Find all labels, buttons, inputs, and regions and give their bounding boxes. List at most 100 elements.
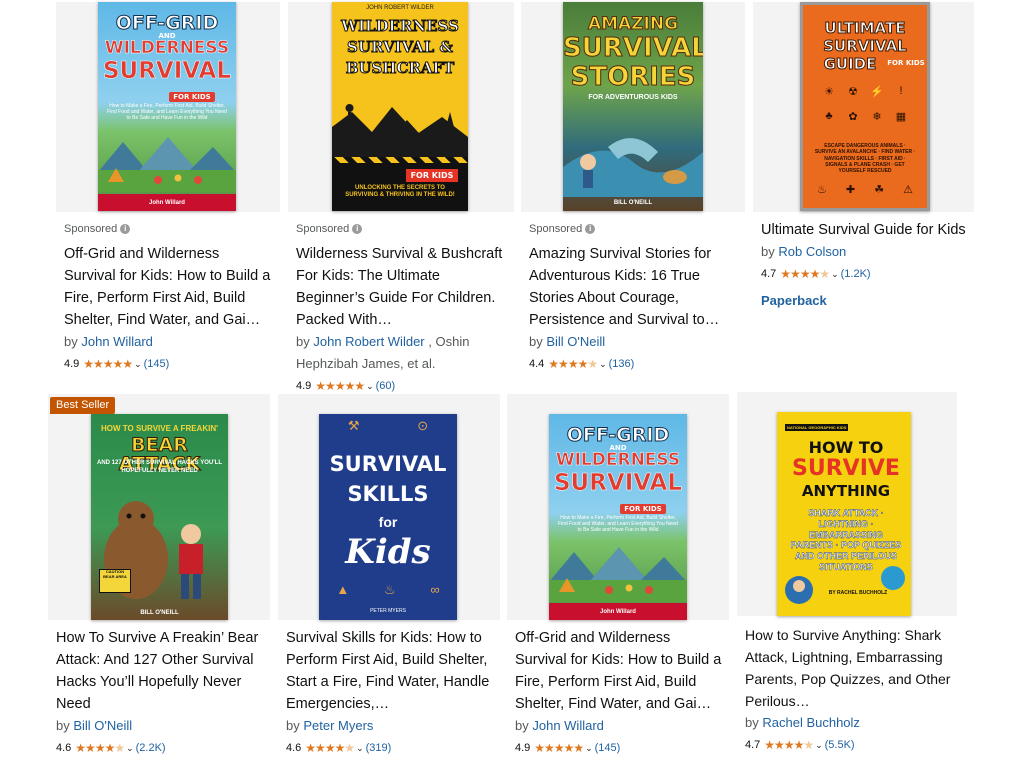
review-count-link[interactable]: (145) (595, 739, 621, 757)
star-rating-icon[interactable]: ★★★★★ (315, 377, 365, 395)
product-title[interactable]: How To Survive A Freakin’ Bear Attack: A… (56, 627, 264, 715)
cover-subtitle: How to Make a Fire, Perform First Aid, B… (558, 515, 678, 533)
cover-title: HOW TO SURVIVE A FREAKIN' (100, 424, 219, 433)
sponsored-label[interactable]: Sponsored i (64, 221, 274, 237)
book-cover[interactable]: AMAZING SURVIVAL STORIES FOR ADVENTUROUS… (563, 2, 703, 211)
chevron-down-icon[interactable]: ⌄ (599, 355, 607, 373)
product-title[interactable]: Off-Grid and Wilderness Survival for Kid… (515, 627, 723, 715)
review-count-link[interactable]: (1.2K) (841, 265, 871, 283)
byline: by John Robert Wilder , Oshin Hephzibah … (296, 331, 508, 375)
review-count-link[interactable]: (2.2K) (136, 739, 166, 757)
product-title[interactable]: Off-Grid and Wilderness Survival for Kid… (64, 243, 274, 331)
product-image-area[interactable]: ULTIMATE SURVIVAL GUIDE FOR KIDS ☀ ☢ ⚡! ♣ ✿… (753, 2, 974, 212)
cover-author: BY RACHEL BUCHHOLZ (828, 590, 888, 596)
rating-value: 4.9 (296, 380, 312, 392)
product-card[interactable]: OFF-GRID AND WILDERNESS SURVIVAL FOR KID… (507, 394, 729, 760)
by-label: by (56, 718, 70, 733)
product-image-area[interactable]: JOHN ROBERT WILDER WILDERNESS SURVIVAL &… (288, 2, 514, 212)
product-image-area[interactable]: ⚒ ⊙ SURVIVAL SKILLS for Kids ▲ ♨ ∞ PETER MY… (278, 394, 500, 620)
book-cover[interactable]: JOHN ROBERT WILDER WILDERNESS SURVIVAL &… (332, 2, 468, 211)
product-title[interactable]: How to Survive Anything: Shark Attack, L… (745, 624, 951, 712)
sponsored-text: Sponsored (529, 223, 583, 235)
sponsored-text: Sponsored (296, 223, 350, 235)
cover-title: AMAZING (587, 14, 679, 34)
star-rating-icon[interactable]: ★★★★★ (534, 739, 584, 757)
byline: by John Willard (515, 715, 723, 737)
sponsored-label[interactable]: Sponsored i (529, 221, 739, 237)
author-link[interactable]: Rachel Buchholz (762, 715, 860, 730)
cover-tag: FOR KIDS (402, 165, 462, 182)
best-seller-badge: Best Seller (50, 397, 116, 414)
star-rating-icon[interactable]: ★★★★★ (548, 355, 598, 373)
chevron-down-icon[interactable]: ⌄ (585, 739, 593, 757)
chevron-down-icon[interactable]: ⌄ (366, 377, 374, 395)
author-link[interactable]: Rob Colson (778, 244, 846, 259)
review-count-link[interactable]: (145) (144, 355, 170, 373)
cover-title: SURVIVE (792, 456, 900, 481)
book-cover[interactable]: ⚒ ⊙ SURVIVAL SKILLS for Kids ▲ ♨ ∞ PETER MY… (319, 414, 457, 620)
review-count-link[interactable]: (60) (376, 377, 396, 395)
cover-tag: FOR ADVENTUROUS KIDS (588, 94, 678, 101)
review-count-link[interactable]: (136) (609, 355, 635, 373)
star-rating-icon[interactable]: ★★★★★ (75, 739, 125, 757)
product-card[interactable]: AMAZING SURVIVAL STORIES FOR ADVENTUROUS… (521, 2, 745, 392)
star-rating-icon[interactable]: ★★★★★ (780, 265, 830, 283)
cover-title: SURVIVAL (563, 33, 703, 63)
sponsored-label[interactable]: Sponsored i (296, 221, 508, 237)
info-icon[interactable]: i (120, 224, 131, 234)
product-card[interactable]: OFF-GRID AND WILDERNESS SURVIVAL FOR KID… (56, 2, 280, 392)
rating-value: 4.4 (529, 358, 545, 370)
info-icon[interactable]: i (585, 224, 596, 234)
survival-icon: ✿ (848, 111, 858, 123)
product-card[interactable]: NATIONAL GEOGRAPHIC KIDS HOW TO SURVIVE … (737, 392, 957, 760)
product-image-area[interactable]: AMAZING SURVIVAL STORIES FOR ADVENTUROUS… (521, 2, 745, 212)
product-card[interactable]: HOW TO SURVIVE A FREAKIN' BEAR ATTACK AN… (48, 394, 270, 760)
product-title[interactable]: Wilderness Survival & Bushcraft For Kids… (296, 243, 508, 331)
cover-title: BUSHCRAFT (345, 59, 455, 77)
product-image-area[interactable]: OFF-GRID AND WILDERNESS SURVIVAL FOR KID… (507, 394, 729, 620)
format-link[interactable]: Paperback (761, 293, 968, 308)
product-title[interactable]: Ultimate Survival Guide for Kids (761, 219, 968, 241)
info-icon[interactable]: i (352, 224, 363, 234)
review-count-link[interactable]: (319) (366, 739, 392, 757)
star-rating-icon[interactable]: ★★★★★ (83, 355, 133, 373)
product-card[interactable]: ⚒ ⊙ SURVIVAL SKILLS for Kids ▲ ♨ ∞ PETER MY… (278, 394, 500, 760)
rating-value: 4.9 (64, 358, 80, 370)
author-link[interactable]: Bill O'Neill (546, 334, 605, 349)
rating-value: 4.9 (515, 742, 531, 754)
book-cover[interactable]: OFF-GRID AND WILDERNESS SURVIVAL FOR KID… (98, 2, 236, 211)
product-title[interactable]: Survival Skills for Kids: How to Perform… (286, 627, 494, 715)
star-rating-icon[interactable]: ★★★★★ (764, 736, 814, 754)
survival-icon: ✚ (845, 184, 856, 196)
book-cover[interactable]: NATIONAL GEOGRAPHIC KIDS HOW TO SURVIVE … (777, 412, 911, 616)
book-cover[interactable]: OFF-GRID AND WILDERNESS SURVIVAL FOR KID… (549, 414, 687, 620)
chevron-down-icon[interactable]: ⌄ (815, 736, 823, 754)
by-label: by (745, 715, 759, 730)
author-link[interactable]: Peter Myers (303, 718, 373, 733)
author-link[interactable]: John Willard (532, 718, 604, 733)
chevron-down-icon[interactable]: ⌄ (356, 739, 364, 757)
author-link[interactable]: John Willard (81, 334, 153, 349)
survival-icon: ⚠ (903, 184, 913, 196)
product-image-area[interactable]: OFF-GRID AND WILDERNESS SURVIVAL FOR KID… (56, 2, 280, 212)
byline: by John Willard (64, 331, 274, 353)
review-count-link[interactable]: (5.5K) (825, 736, 855, 754)
product-card[interactable]: JOHN ROBERT WILDER WILDERNESS SURVIVAL &… (288, 2, 514, 395)
star-rating-icon[interactable]: ★★★★★ (305, 739, 355, 757)
author-link[interactable]: Bill O'Neill (73, 718, 132, 733)
product-image-area[interactable]: HOW TO SURVIVE A FREAKIN' BEAR ATTACK AN… (48, 394, 270, 620)
product-title[interactable]: Amazing Survival Stories for Adventurous… (529, 243, 739, 331)
author-link[interactable]: John Robert Wilder (313, 334, 424, 349)
cover-brand-text: NATIONAL GEOGRAPHIC KIDS (785, 424, 849, 431)
product-image-area[interactable]: NATIONAL GEOGRAPHIC KIDS HOW TO SURVIVE … (737, 392, 957, 616)
cover-title: SURVIVAL (329, 452, 447, 476)
book-cover[interactable]: ULTIMATE SURVIVAL GUIDE FOR KIDS ☀ ☢ ⚡! ♣ ✿… (800, 2, 930, 211)
product-card[interactable]: ULTIMATE SURVIVAL GUIDE FOR KIDS ☀ ☢ ⚡! ♣ ✿… (753, 2, 974, 392)
chevron-down-icon[interactable]: ⌄ (831, 265, 839, 283)
byline: by Bill O'Neill (56, 715, 264, 737)
cover-subtitle: UNLOCKING THE SECRETS TO SURVIVING & THR… (345, 185, 455, 199)
cover-sign-text: CAUTION BEAR AREA (103, 569, 127, 579)
chevron-down-icon[interactable]: ⌄ (126, 739, 134, 757)
book-cover[interactable]: HOW TO SURVIVE A FREAKIN' BEAR ATTACK AN… (91, 414, 228, 620)
chevron-down-icon[interactable]: ⌄ (134, 355, 142, 373)
